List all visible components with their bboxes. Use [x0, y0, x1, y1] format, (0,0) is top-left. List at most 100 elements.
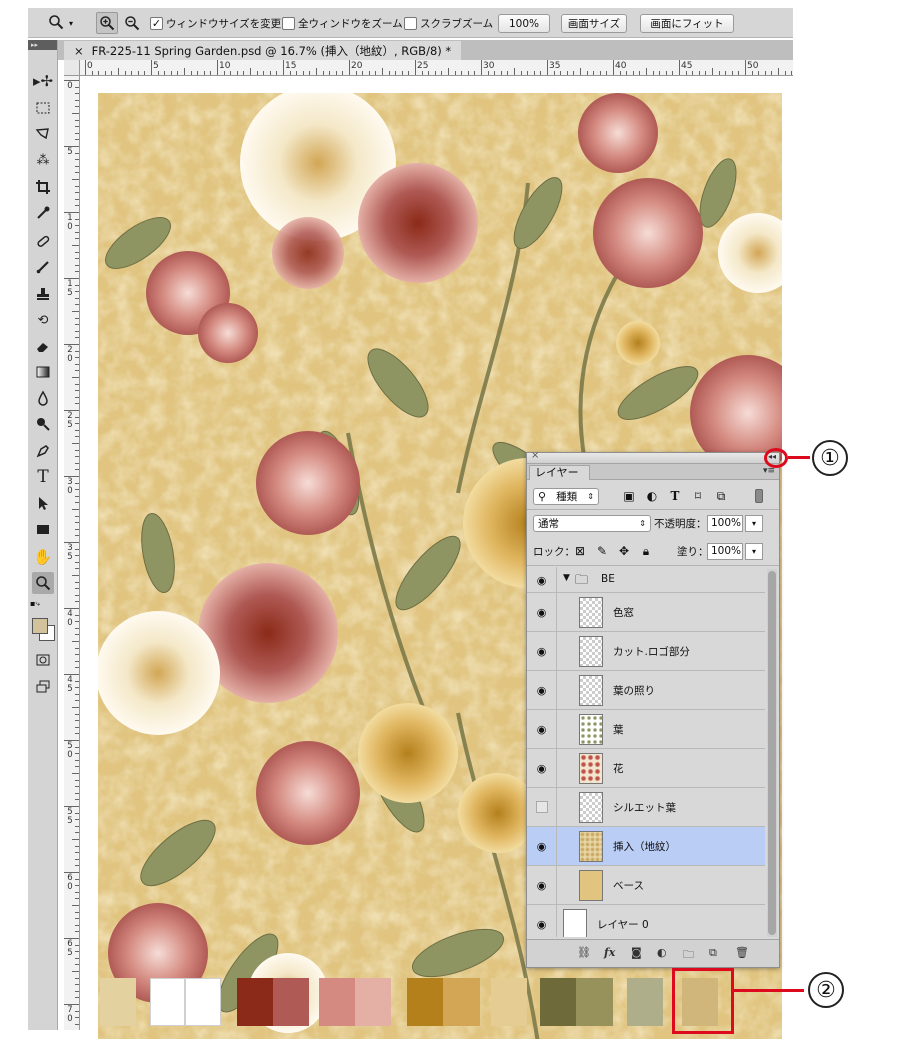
ruler-minor-tick — [75, 614, 79, 616]
actual-pixels-button[interactable]: 100% — [498, 14, 550, 33]
fit-screen-button[interactable]: 画面サイズ — [561, 14, 627, 33]
zoom-tool-preset-picker[interactable]: ▾ — [48, 12, 82, 34]
visibility-toggle[interactable]: ◉ — [527, 905, 557, 937]
visibility-toggle[interactable]: ◉ — [527, 593, 557, 632]
panel-close-icon[interactable]: × — [531, 450, 539, 461]
zoom-out-button[interactable] — [121, 12, 143, 34]
lock-all-icon[interactable]: 🔒︎ — [639, 544, 653, 558]
visibility-toggle[interactable]: ◉ — [527, 710, 557, 749]
filter-pixel-icon[interactable]: ▣ — [622, 489, 636, 503]
document-tab[interactable]: × FR-225-11 Spring Garden.psd @ 16.7% (挿… — [64, 41, 462, 60]
add-mask-icon[interactable]: ◙ — [631, 946, 642, 959]
brush-tool[interactable] — [32, 256, 54, 278]
clone-stamp-tool[interactable] — [32, 283, 54, 305]
visibility-toggle[interactable]: ◉ — [527, 749, 557, 788]
delete-layer-icon[interactable]: 🗑︎ — [735, 946, 749, 959]
ruler-origin[interactable] — [64, 60, 80, 76]
layers-panel-tabs: レイヤー ▾≡ — [527, 464, 779, 480]
filter-toggle-switch[interactable] — [755, 489, 763, 503]
foreground-color-swatch[interactable] — [32, 618, 48, 634]
layer-list-scrollbar[interactable] — [767, 569, 777, 937]
fx-button[interactable]: fx — [604, 946, 615, 959]
resize-windows-checkbox[interactable]: ✓ — [150, 16, 163, 30]
scrollbar-thumb[interactable] — [768, 571, 776, 935]
lock-position-icon[interactable]: ✥ — [617, 544, 631, 558]
layer-row[interactable]: ◉ ベース — [527, 866, 765, 905]
close-icon[interactable]: × — [74, 44, 84, 58]
healing-brush-tool[interactable] — [32, 230, 54, 252]
gradient-icon — [36, 366, 50, 378]
history-brush-tool[interactable]: ⟲ — [32, 309, 54, 331]
zoom-all-windows-option[interactable]: 全ウィンドウをズーム — [282, 14, 403, 32]
hand-tool[interactable]: ✋ — [32, 546, 54, 568]
quick-selection-tool[interactable]: ⁂ — [32, 149, 54, 171]
layers-panel-titlebar[interactable]: × — [527, 450, 779, 464]
link-layers-icon[interactable]: ⛓ — [577, 946, 591, 959]
resize-windows-option[interactable]: ✓ ウィンドウサイズを変更 — [150, 14, 281, 32]
filter-kind-select[interactable]: ⚲ 種類 ⇕ — [533, 487, 599, 505]
move-tool[interactable]: ▸✢ — [32, 70, 54, 92]
rectangle-tool[interactable] — [32, 518, 54, 540]
opacity-input[interactable]: 100% — [707, 514, 743, 532]
new-layer-icon[interactable]: ⧉ — [709, 946, 717, 960]
pen-tool[interactable] — [32, 440, 54, 462]
crop-tool[interactable] — [32, 176, 54, 198]
visibility-toggle[interactable] — [527, 788, 557, 827]
layer-row[interactable]: ◉ 色窓 — [527, 593, 765, 632]
dodge-tool[interactable] — [32, 413, 54, 435]
gradient-tool[interactable] — [32, 361, 54, 383]
path-selection-tool[interactable] — [32, 492, 54, 514]
eraser-tool[interactable] — [32, 335, 54, 357]
filter-adjustment-icon[interactable]: ◐ — [645, 489, 659, 503]
screen-mode-button[interactable] — [32, 676, 54, 698]
new-adjustment-layer-icon[interactable]: ◐ — [657, 946, 667, 959]
layer-row[interactable]: ◉ レイヤー 0 — [527, 905, 765, 937]
group-expand-triangle-icon[interactable]: ▼ — [563, 573, 570, 583]
fill-input[interactable]: 100% — [707, 542, 743, 560]
type-tool[interactable]: T — [32, 466, 54, 488]
layer-row[interactable]: シルエット葉 — [527, 788, 765, 827]
filter-shape-icon[interactable]: ⌑ — [691, 489, 705, 503]
horizontal-ruler[interactable]: 0 5 10 15 20 25 30 35 40 45 50 — [80, 60, 793, 76]
layer-row[interactable]: ◉ カット.ロゴ部分 — [527, 632, 765, 671]
blend-mode-select[interactable]: 通常 ⇕ — [533, 514, 651, 532]
default-colors-icon[interactable]: ▪⤷ — [30, 599, 40, 609]
layer-row[interactable]: ◉ 花 — [527, 749, 765, 788]
visibility-toggle[interactable]: ◉ — [527, 632, 557, 671]
ruler-minor-tick — [75, 350, 79, 352]
vertical-ruler[interactable]: 0 5 10 15 20 25 30 35 40 45 50 55 60 65 70 — [64, 76, 80, 1030]
scrubby-zoom-checkbox[interactable] — [404, 16, 417, 30]
ruler-minor-tick — [75, 588, 79, 590]
eyedropper-tool[interactable] — [32, 202, 54, 224]
fill-dropdown-button[interactable]: ▾ — [745, 542, 763, 560]
lasso-tool[interactable] — [32, 123, 54, 145]
zoom-tool[interactable] — [32, 572, 54, 594]
ruler-minor-tick — [75, 918, 79, 920]
visibility-toggle[interactable]: ◉ — [527, 671, 557, 710]
filter-type-icon[interactable]: T — [668, 489, 682, 503]
quick-mask-button[interactable] — [32, 649, 54, 671]
hidden-visibility-box[interactable] — [536, 801, 548, 813]
blur-tool[interactable] — [32, 387, 54, 409]
zoom-out-icon — [125, 16, 140, 31]
zoom-all-windows-checkbox[interactable] — [282, 16, 295, 30]
visibility-toggle[interactable]: ◉ — [527, 866, 557, 905]
visibility-toggle[interactable]: ◉ — [527, 567, 557, 593]
collapse-panel-icon[interactable]: ◂◂ — [768, 452, 776, 461]
lock-image-brush-icon[interactable]: ✎ — [595, 544, 609, 558]
layer-row[interactable]: ◉ 葉の照り — [527, 671, 765, 710]
zoom-in-button[interactable] — [96, 12, 118, 34]
fill-screen-button[interactable]: 画面にフィット — [640, 14, 734, 33]
layer-group-row[interactable]: ◉ ▼ 🗀 BE — [527, 567, 765, 593]
layer-row[interactable]: ◉ 葉 — [527, 710, 765, 749]
marquee-tool[interactable] — [32, 97, 54, 119]
scrubby-zoom-option[interactable]: スクラブズーム — [404, 14, 493, 32]
layer-row[interactable]: ◉ 挿入（地紋） — [527, 827, 765, 866]
visibility-toggle[interactable]: ◉ — [527, 827, 557, 866]
opacity-dropdown-button[interactable]: ▾ — [745, 514, 763, 532]
tools-panel-header[interactable]: ▸▸ — [28, 40, 57, 50]
tab-layers[interactable]: レイヤー — [529, 465, 590, 480]
filter-smart-object-icon[interactable]: ⧉ — [714, 489, 728, 503]
lock-transparent-icon[interactable]: ⊠ — [573, 544, 587, 558]
new-group-icon[interactable]: 🗀 — [683, 946, 694, 965]
